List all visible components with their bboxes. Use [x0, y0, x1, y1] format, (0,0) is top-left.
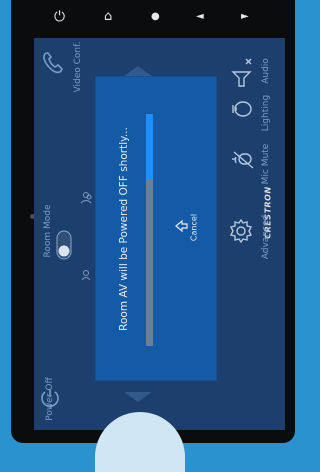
progress-bar — [146, 114, 153, 346]
group-users-icon — [80, 190, 92, 209]
power-off-label: Power Off — [45, 377, 55, 421]
gear-icon[interactable] — [228, 218, 254, 248]
lighting-label: Lighting — [261, 94, 271, 132]
power-icon[interactable]: ⏻ — [54, 7, 65, 27]
power-off-dialog: Room AV will be Powered OFF shortly... C… — [96, 77, 216, 380]
hardware-button-strip: ⏻ ⌂ ● ◄ ► — [41, 0, 295, 34]
light-bulb-icon[interactable] — [230, 96, 254, 126]
touch-screen: Video Conf. Room Mode Power Off Audio Li… — [34, 38, 285, 430]
undo-arrow-icon[interactable] — [173, 218, 189, 238]
lights-icon[interactable]: ● — [151, 7, 160, 27]
cancel-button[interactable]: Cancel — [190, 208, 199, 248]
home-icon[interactable]: ⌂ — [104, 7, 112, 27]
volume-down-icon[interactable]: ◄ — [196, 7, 204, 27]
single-user-icon — [80, 266, 92, 285]
advanced-label: Advanced — [261, 214, 271, 260]
progress-bar-fill — [146, 114, 153, 179]
audio-close-icon[interactable] — [230, 58, 256, 92]
panel-arrow-top — [124, 66, 152, 76]
dialog-message: Room AV will be Powered OFF shortly... — [118, 127, 130, 331]
mic-mute-icon[interactable] — [230, 148, 256, 178]
volume-up-icon[interactable]: ► — [241, 7, 249, 27]
room-mode-label: Room Mode — [43, 204, 53, 258]
phone-icon[interactable] — [40, 50, 66, 80]
video-conf-label: Video Conf. — [73, 41, 83, 93]
panel-arrow-bottom — [124, 392, 152, 402]
room-mode-toggle[interactable] — [56, 230, 72, 264]
audio-label: Audio — [261, 58, 271, 84]
